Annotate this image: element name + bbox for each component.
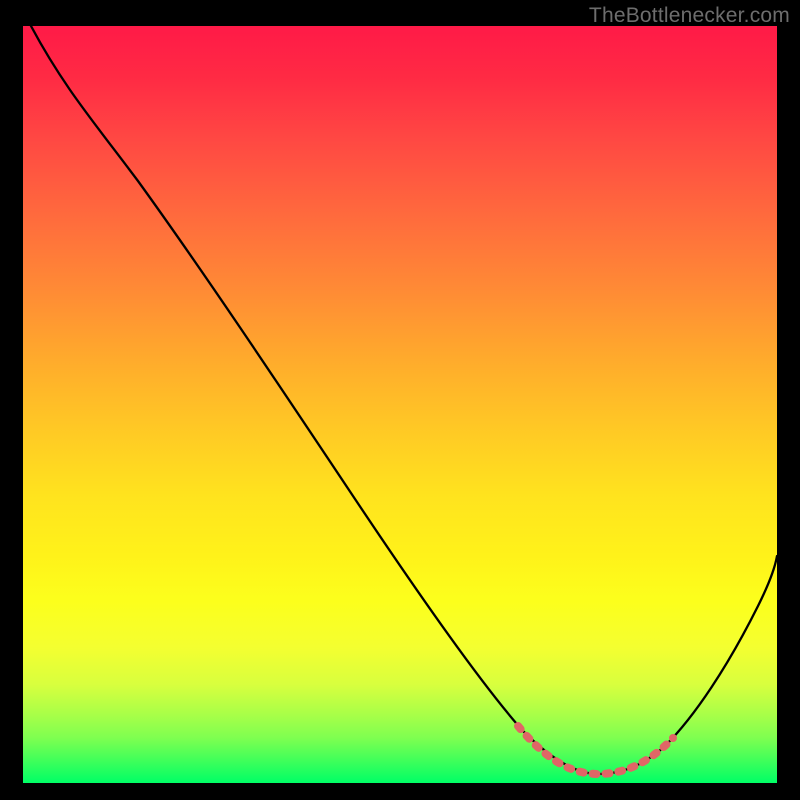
chart-svg <box>23 26 777 783</box>
optimal-band-path <box>518 726 673 774</box>
bottleneck-curve-path <box>31 26 777 774</box>
watermark-text: TheBottlenecker.com <box>589 4 790 28</box>
bottleneck-chart <box>23 26 777 783</box>
